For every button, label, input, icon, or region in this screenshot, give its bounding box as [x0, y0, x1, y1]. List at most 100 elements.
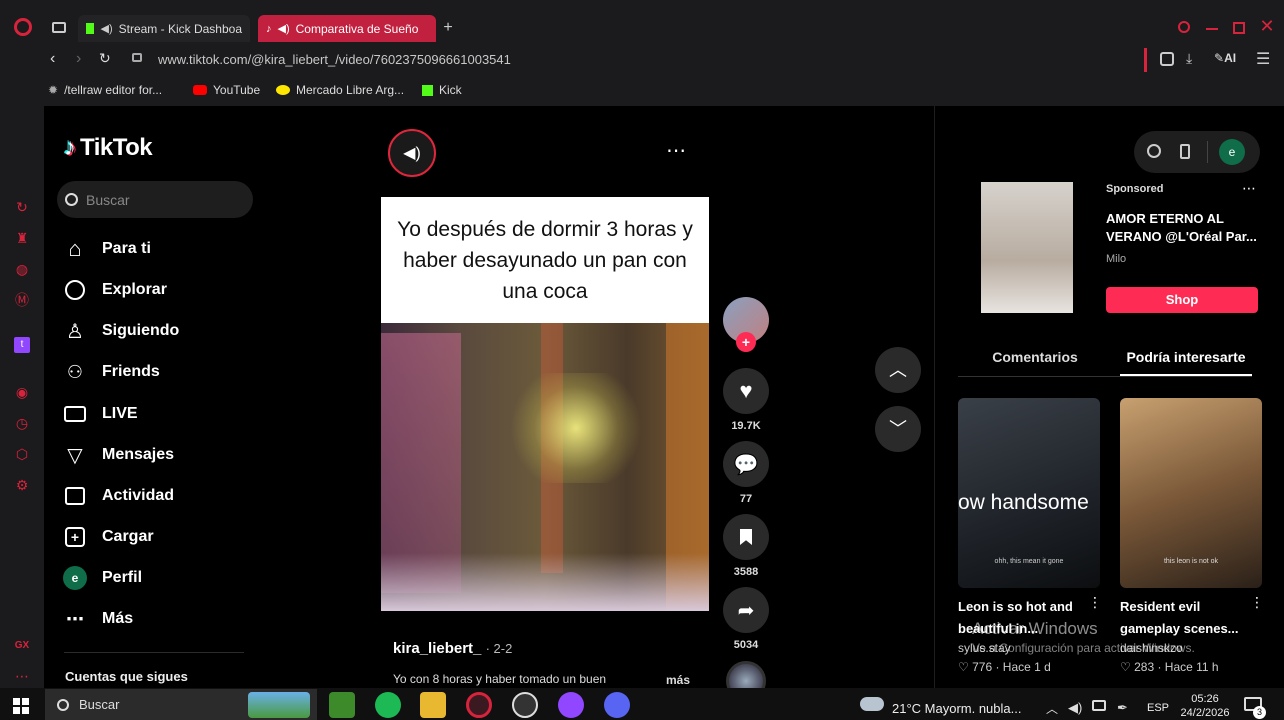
- bookmark-kick[interactable]: Kick: [422, 83, 462, 97]
- nav-mas[interactable]: ⋯ Más: [62, 604, 133, 634]
- obs-icon[interactable]: [512, 692, 538, 718]
- mute-button[interactable]: ◀): [388, 129, 436, 177]
- browser-tab-bar: ◀) Stream - Kick Dashboa ♪ ◀) Comparativ…: [0, 0, 1284, 44]
- suggested-card-1[interactable]: ow handsome ohh, this mean it gone: [958, 398, 1100, 588]
- video-author[interactable]: kira_liebert_ · 2-2: [393, 640, 512, 657]
- search-icon: [57, 698, 69, 711]
- mail-icon[interactable]: Ⓜ: [14, 292, 30, 308]
- language-indicator[interactable]: ESP: [1147, 702, 1169, 714]
- aria-icon[interactable]: ♜: [14, 230, 30, 246]
- tab-comentarios[interactable]: Comentarios: [960, 349, 1110, 365]
- twitch-icon[interactable]: [558, 692, 584, 718]
- nav-perfil[interactable]: e Perfil: [62, 563, 142, 593]
- tab-podria-interesarte[interactable]: Podría interesarte: [1120, 349, 1252, 365]
- pen-icon[interactable]: ✒: [1117, 700, 1128, 716]
- tab-kick-stream[interactable]: ◀) Stream - Kick Dashboa: [78, 15, 250, 42]
- comment-button[interactable]: 💬: [723, 441, 769, 487]
- card-1-options[interactable]: ⋮: [1088, 594, 1102, 611]
- nav-siguiendo[interactable]: ♙ Siguiendo: [62, 316, 179, 346]
- more-description-link[interactable]: más: [666, 673, 690, 687]
- ad-title[interactable]: AMOR ETERNO AL VERANO @L'Oréal Par...: [1106, 210, 1262, 246]
- extensions-icon[interactable]: ⬡: [14, 446, 30, 462]
- clock-icon[interactable]: ◷: [14, 415, 30, 431]
- messenger-icon[interactable]: ◍: [14, 261, 30, 277]
- tiktok-note-icon: ♪: [64, 134, 76, 161]
- windows-start-button[interactable]: [13, 698, 29, 714]
- volume-icon[interactable]: ◀): [1068, 700, 1082, 716]
- file-explorer-icon[interactable]: [420, 692, 446, 718]
- video-options-button[interactable]: ⋯: [666, 138, 686, 163]
- spotify-icon[interactable]: [375, 692, 401, 718]
- nav-cargar[interactable]: + Cargar: [62, 522, 154, 552]
- minimize-button[interactable]: [1206, 28, 1218, 30]
- ai-button[interactable]: ✎AI: [1214, 51, 1236, 65]
- activity-icon: [62, 483, 88, 509]
- nav-para-ti[interactable]: ⌂ Para ti: [62, 234, 151, 264]
- search-input[interactable]: Buscar: [57, 181, 253, 218]
- bookmark-youtube[interactable]: YouTube: [193, 83, 260, 97]
- download-icon[interactable]: ⤓: [1186, 50, 1192, 67]
- nav-mensajes[interactable]: ▽ Mensajes: [62, 440, 174, 470]
- menu-icon[interactable]: ☰: [1256, 49, 1270, 69]
- tab-tiktok-active[interactable]: ♪ ◀) Comparativa de Sueño: [258, 15, 436, 42]
- new-tab-button[interactable]: +: [440, 20, 456, 36]
- easy-setup-icon[interactable]: [1160, 52, 1174, 66]
- bookmark-icon: [740, 529, 752, 545]
- network-icon[interactable]: [1092, 700, 1106, 711]
- tiktok-icon: ♪: [266, 22, 272, 35]
- history-icon[interactable]: ↻: [14, 199, 30, 215]
- video-player[interactable]: Yo después de dormir 3 horas y haber des…: [381, 197, 709, 611]
- url-field[interactable]: www.tiktok.com/@kira_liebert_/video/7602…: [158, 52, 511, 67]
- device-icon[interactable]: [1180, 144, 1190, 159]
- ad-options-button[interactable]: ⋯: [1242, 180, 1256, 197]
- player-icon[interactable]: ◉: [14, 384, 30, 400]
- opera-gx-taskbar-icon[interactable]: [466, 692, 492, 718]
- close-window-button[interactable]: ✕: [1258, 16, 1276, 36]
- bookmark-mercadolibre[interactable]: Mercado Libre Arg...: [276, 83, 404, 97]
- forward-button[interactable]: ›: [76, 50, 81, 68]
- top-actions-pill: e: [1134, 131, 1260, 173]
- nav-actividad[interactable]: Actividad: [62, 481, 174, 511]
- card-2-title[interactable]: Resident evil gameplay scenes...: [1120, 596, 1250, 640]
- weather-text[interactable]: 21°C Mayorm. nubla...: [892, 701, 1021, 716]
- clock[interactable]: 05:26 24/2/2026: [1180, 692, 1230, 720]
- game-app-icon[interactable]: [248, 692, 310, 718]
- compass-icon[interactable]: [1147, 144, 1161, 158]
- gx-icon[interactable]: GX: [14, 638, 30, 654]
- video-frame: [381, 323, 709, 611]
- speaker-icon: ◀): [100, 23, 113, 35]
- avatar[interactable]: e: [1219, 139, 1245, 165]
- like-button[interactable]: ♥: [723, 368, 769, 414]
- minecraft-icon[interactable]: [329, 692, 355, 718]
- next-video-button[interactable]: ﹀: [875, 406, 921, 452]
- ad-thumbnail[interactable]: [981, 182, 1073, 313]
- share-button[interactable]: ➦: [723, 587, 769, 633]
- card-2-options[interactable]: ⋮: [1250, 594, 1264, 611]
- discord-icon[interactable]: [604, 692, 630, 718]
- tray-chevron-icon[interactable]: ︿: [1046, 700, 1058, 717]
- back-button[interactable]: ‹: [50, 50, 55, 68]
- nav-explorar[interactable]: Explorar: [62, 275, 167, 305]
- suggested-card-2[interactable]: this leon is not ok: [1120, 398, 1262, 588]
- nav-live[interactable]: LIVE: [62, 399, 138, 429]
- weather-icon[interactable]: [860, 697, 884, 711]
- previous-video-button[interactable]: ︿: [875, 347, 921, 393]
- save-button[interactable]: [723, 514, 769, 560]
- video-date: · 2-2: [485, 641, 513, 656]
- restore-button[interactable]: [1233, 22, 1245, 34]
- opera-logo-icon[interactable]: [14, 18, 32, 36]
- tab-overview-icon[interactable]: [52, 22, 66, 33]
- kick-icon: [86, 23, 95, 34]
- follow-button[interactable]: +: [736, 332, 756, 352]
- bookmark-tellraw[interactable]: ✹/tellraw editor for...: [48, 83, 162, 97]
- twitch-icon[interactable]: t: [14, 337, 30, 353]
- tiktok-logo[interactable]: ♪ TikTok: [64, 134, 153, 162]
- settings-icon[interactable]: ⚙: [14, 477, 30, 493]
- reload-button[interactable]: ↻: [99, 50, 111, 67]
- heart-icon: ♥: [739, 378, 753, 403]
- search-tabs-icon[interactable]: [1178, 21, 1190, 33]
- shop-button[interactable]: Shop: [1106, 287, 1258, 313]
- more-icon[interactable]: ⋯: [14, 668, 30, 684]
- nav-friends[interactable]: ⚇ Friends: [62, 357, 160, 387]
- panel-divider: [934, 106, 935, 688]
